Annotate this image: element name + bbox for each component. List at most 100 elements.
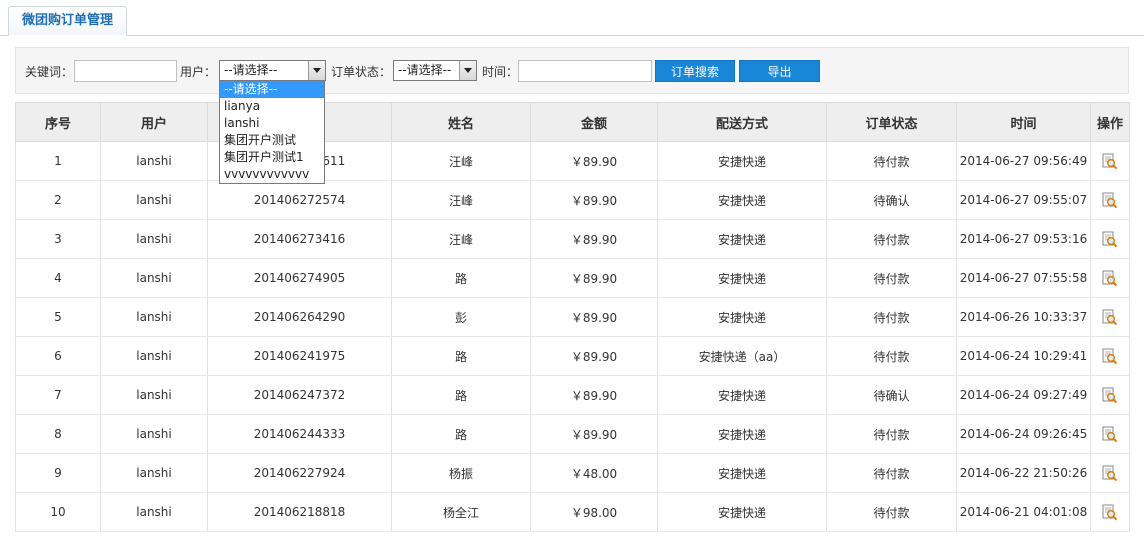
chevron-down-icon[interactable] [308, 61, 325, 80]
row-status: 待付款 [826, 219, 957, 259]
dropdown-option[interactable]: lianya [220, 98, 324, 115]
row-amount: ￥48.00 [530, 453, 658, 493]
row-user: lanshi [100, 414, 208, 454]
row-amount: ￥89.90 [530, 414, 658, 454]
view-detail-icon[interactable] [1102, 504, 1118, 521]
row-actions [1090, 492, 1130, 532]
row-order-number: 201406264290 [207, 297, 392, 337]
table-row: 4 lanshi 201406274905 路 ￥89.90 安捷快递 待付款 2014-06… [15, 258, 1130, 298]
row-name: 汪峰 [391, 219, 531, 259]
column-header: 时间 [956, 102, 1091, 142]
dropdown-option[interactable]: 集团开户测试 [220, 132, 324, 149]
row-user: lanshi [100, 297, 208, 337]
order-status-select-value: --请选择-- [398, 63, 452, 77]
dropdown-option[interactable]: vvvvvvvvvvvv [220, 166, 324, 183]
row-status: 待付款 [826, 453, 957, 493]
row-name: 路 [391, 414, 531, 454]
row-order-number: 201406272574 [207, 180, 392, 220]
keyword-input[interactable] [74, 60, 177, 82]
row-time: 2014-06-22 21:50:26 [956, 453, 1091, 493]
row-status: 待付款 [826, 414, 957, 454]
row-amount: ￥98.00 [530, 492, 658, 532]
row-actions [1090, 336, 1130, 376]
row-order-number: 201406274905 [207, 258, 392, 298]
row-index: 9 [15, 453, 101, 493]
row-order-number: 201406227924 [207, 453, 392, 493]
row-actions [1090, 180, 1130, 220]
view-detail-icon[interactable] [1102, 270, 1118, 287]
row-actions [1090, 258, 1130, 298]
row-time: 2014-06-26 10:33:37 [956, 297, 1091, 337]
row-user: lanshi [100, 258, 208, 298]
table-row: 10 lanshi 201406218818 杨全江 ￥98.00 安捷快递 待付款 2014… [15, 492, 1130, 532]
row-name: 路 [391, 336, 531, 376]
view-detail-icon[interactable] [1102, 192, 1118, 209]
row-user: lanshi [100, 219, 208, 259]
view-detail-icon[interactable] [1102, 231, 1118, 248]
row-status: 待付款 [826, 492, 957, 532]
row-actions [1090, 297, 1130, 337]
row-user: lanshi [100, 375, 208, 415]
export-button[interactable]: 导出 [739, 60, 820, 82]
dropdown-option[interactable]: --请选择-- [220, 81, 324, 98]
row-index: 2 [15, 180, 101, 220]
user-select-value: --请选择-- [224, 63, 278, 77]
column-header: 序号 [15, 102, 101, 142]
user-select-dropdown[interactable]: --请选择-- lianya lanshi 集团开户测试 集团开户测试1 vvv… [219, 80, 325, 184]
row-actions [1090, 453, 1130, 493]
row-actions [1090, 414, 1130, 454]
row-name: 杨振 [391, 453, 531, 493]
row-delivery: 安捷快递 [657, 180, 827, 220]
row-user: lanshi [100, 336, 208, 376]
row-actions [1090, 141, 1130, 181]
row-name: 路 [391, 258, 531, 298]
row-name: 汪峰 [391, 141, 531, 181]
order-status-select[interactable]: --请选择-- [393, 60, 477, 81]
table-row: 7 lanshi 201406247372 路 ￥89.90 安捷快递 待确认 2014-06… [15, 375, 1130, 415]
table-row: 6 lanshi 201406241975 路 ￥89.90 安捷快递（aa） 待付款 201… [15, 336, 1130, 376]
row-index: 10 [15, 492, 101, 532]
order-search-button[interactable]: 订单搜索 [655, 60, 735, 82]
row-amount: ￥89.90 [530, 336, 658, 376]
row-actions [1090, 375, 1130, 415]
view-detail-icon[interactable] [1102, 426, 1118, 443]
view-detail-icon[interactable] [1102, 348, 1118, 365]
column-header: 姓名 [391, 102, 531, 142]
view-detail-icon[interactable] [1102, 153, 1118, 170]
row-index: 3 [15, 219, 101, 259]
view-detail-icon[interactable] [1102, 387, 1118, 404]
row-delivery: 安捷快递 [657, 297, 827, 337]
tab-group-buy-orders[interactable]: 微团购订单管理 [8, 6, 127, 36]
row-amount: ￥89.90 [530, 375, 658, 415]
dropdown-option[interactable]: 集团开户测试1 [220, 149, 324, 166]
column-header: 用户 [100, 102, 208, 142]
row-status: 待付款 [826, 141, 957, 181]
filter-bar: 关键词： 用户： --请选择-- 订单状态： --请选择-- 时间： 订单搜索 … [15, 47, 1129, 94]
row-time: 2014-06-24 09:27:49 [956, 375, 1091, 415]
table-header-row: 序号 用户 订单号 姓名 金额 配送方式 订单状态 时间 操作 [15, 102, 1130, 142]
row-status: 待确认 [826, 180, 957, 220]
row-name: 杨全江 [391, 492, 531, 532]
row-time: 2014-06-24 10:29:41 [956, 336, 1091, 376]
view-detail-icon[interactable] [1102, 309, 1118, 326]
row-amount: ￥89.90 [530, 219, 658, 259]
row-time: 2014-06-27 09:53:16 [956, 219, 1091, 259]
row-time: 2014-06-24 09:26:45 [956, 414, 1091, 454]
row-actions [1090, 219, 1130, 259]
table-row: 3 lanshi 201406273416 汪峰 ￥89.90 安捷快递 待付款 2014-0… [15, 219, 1130, 259]
table-row: 9 lanshi 201406227924 杨振 ￥48.00 安捷快递 待付款 2014-0… [15, 453, 1130, 493]
row-amount: ￥89.90 [530, 297, 658, 337]
time-label: 时间： [482, 65, 519, 79]
row-amount: ￥89.90 [530, 180, 658, 220]
user-select[interactable]: --请选择-- [219, 60, 326, 81]
dropdown-option[interactable]: lanshi [220, 115, 324, 132]
row-index: 5 [15, 297, 101, 337]
time-input[interactable] [518, 60, 652, 82]
row-user: lanshi [100, 453, 208, 493]
row-index: 8 [15, 414, 101, 454]
row-order-number: 201406273416 [207, 219, 392, 259]
view-detail-icon[interactable] [1102, 465, 1118, 482]
row-user: lanshi [100, 492, 208, 532]
chevron-down-icon[interactable] [459, 61, 476, 80]
row-status: 待付款 [826, 258, 957, 298]
